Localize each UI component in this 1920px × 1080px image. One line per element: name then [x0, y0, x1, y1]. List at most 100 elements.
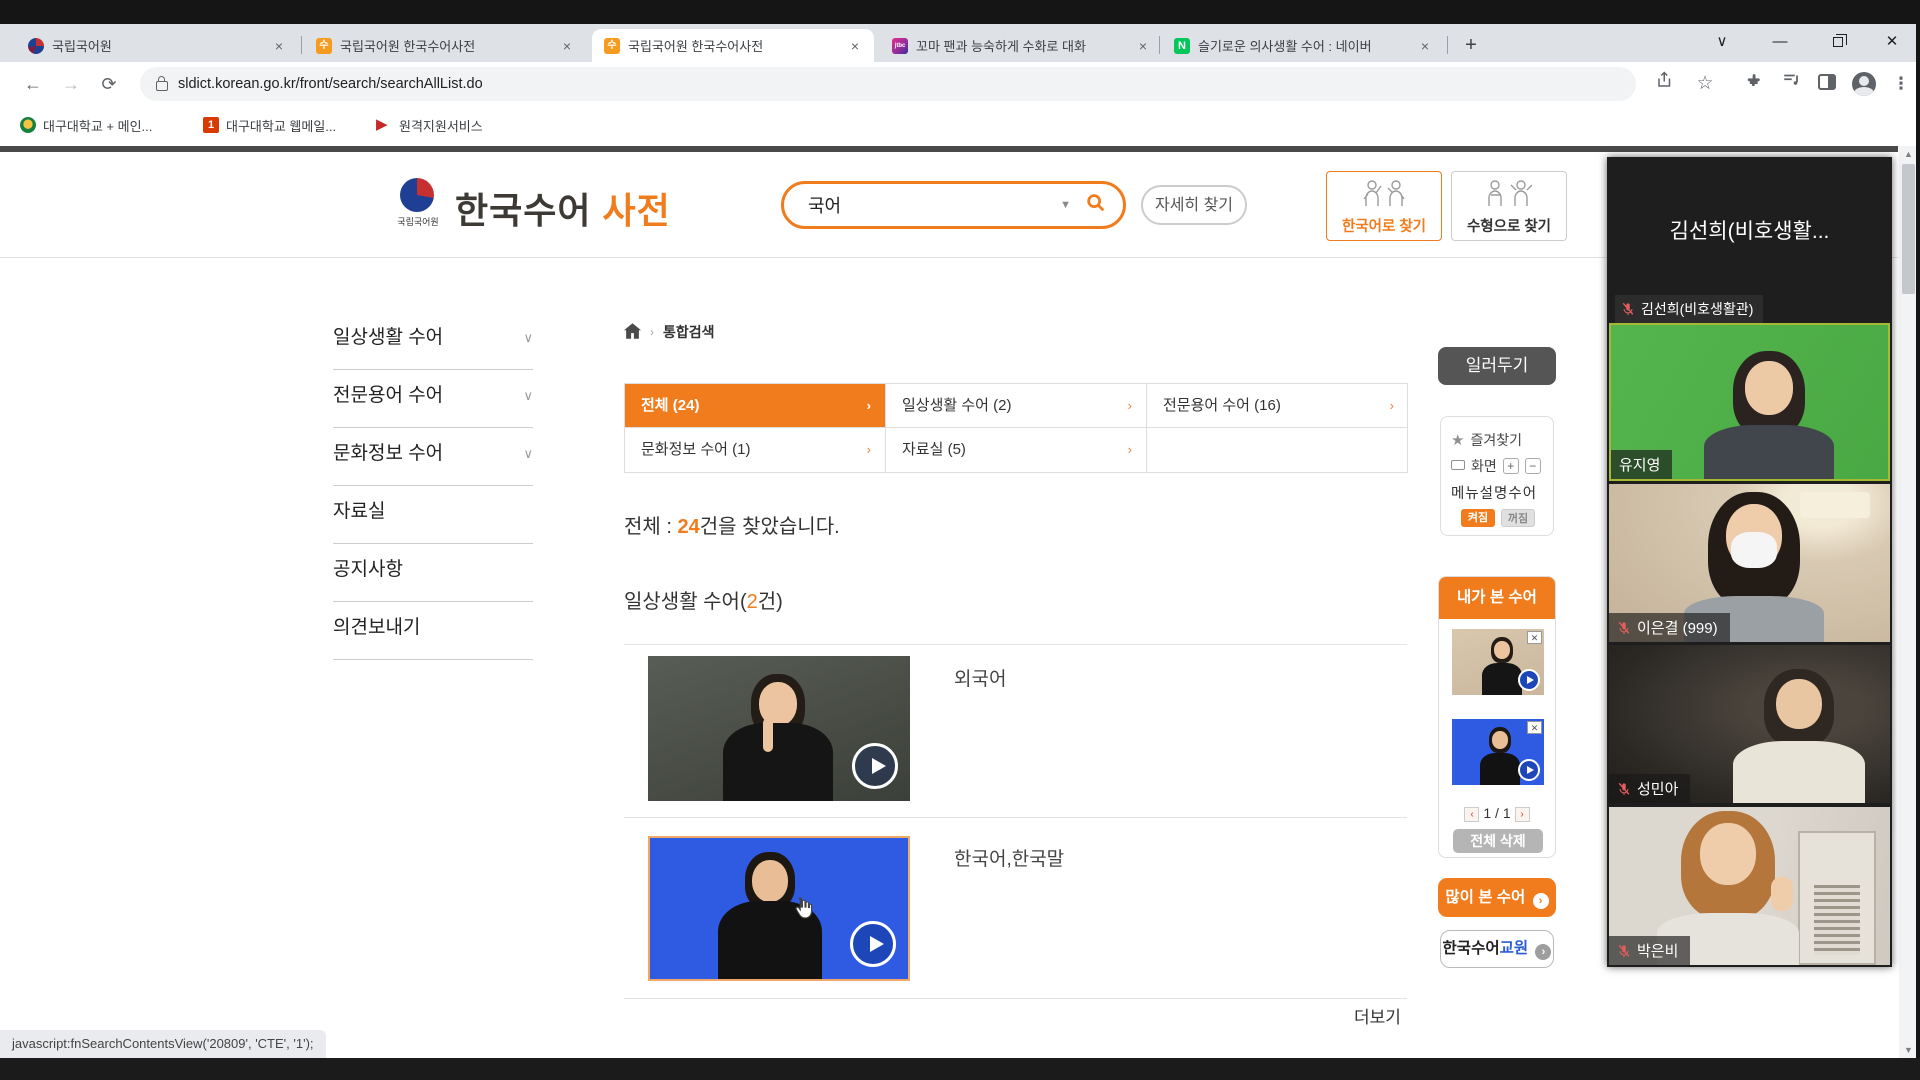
participant-video-figure [1699, 351, 1839, 481]
video-tile-3[interactable]: 성민아 [1609, 645, 1890, 803]
browser-tab-3-active[interactable]: 수 국립국어원 한국수어사전 × [592, 29, 874, 62]
video-tile-2[interactable]: 이은결 (999) [1609, 484, 1890, 642]
search-box: ▼ [781, 181, 1126, 229]
result-tab-culture[interactable]: 문화정보 수어 (1)› [625, 428, 886, 472]
browser-addressbar: ← → ⟳ sldict.korean.go.kr/front/search/s… [0, 62, 1920, 106]
url-bar[interactable]: sldict.korean.go.kr/front/search/searchA… [140, 67, 1636, 101]
zoom-out-button[interactable]: − [1525, 458, 1541, 474]
delete-all-button[interactable]: 전체 삭제 [1453, 829, 1543, 853]
reload-button[interactable]: ⟳ [94, 69, 124, 99]
result-video-thumb-korean[interactable] [648, 836, 910, 981]
scrollbar-thumb[interactable] [1902, 164, 1915, 294]
search-button[interactable] [1085, 192, 1107, 219]
my-viewed-header: 내가 본 수어 [1439, 577, 1555, 619]
find-by-handshape-button[interactable]: 수형으로 찾기 [1451, 171, 1567, 241]
zoom-in-button[interactable]: + [1503, 458, 1519, 474]
search-input[interactable] [806, 194, 1060, 217]
window-minimize-button[interactable]: — [1760, 24, 1800, 62]
result-tab-terminology[interactable]: 전문용어 수어 (16)› [1147, 384, 1408, 428]
find-by-korean-button[interactable]: 한국어로 찾기 [1326, 171, 1442, 241]
window-menu-chevron[interactable]: ∨ [1702, 24, 1742, 62]
browser-menu-dots-icon[interactable]: ⋮ [1886, 70, 1916, 98]
result-label[interactable]: 외국어 [954, 664, 1006, 691]
home-icon[interactable] [624, 323, 641, 342]
url-text: sldict.korean.go.kr/front/search/searchA… [178, 76, 483, 92]
forward-button[interactable]: → [56, 69, 86, 99]
bookmark-remote-support[interactable]: ▶ 원격지원서비스 [368, 112, 491, 138]
favorite-row[interactable]: ★ 즐겨찾기 [1451, 427, 1553, 453]
mouse-cursor [790, 896, 814, 920]
recent-sign-thumb-2[interactable]: ✕ [1452, 719, 1544, 785]
participant-name-label: 박은비 [1609, 936, 1690, 965]
search-dropdown-caret-icon[interactable]: ▼ [1060, 199, 1071, 211]
site-title[interactable]: 한국수어 사전 [455, 182, 671, 234]
breadcrumb: › 통합검색 [624, 322, 715, 342]
share-icon[interactable] [1650, 70, 1680, 98]
sidebar-item-feedback[interactable]: 의견보내기 [333, 602, 533, 660]
browser-tab-2[interactable]: 수 국립국어원 한국수어사전 × [304, 29, 586, 62]
browser-tab-5[interactable]: N 슬기로운 의사생활 수어 : 네이버 × [1162, 29, 1444, 62]
play-icon[interactable] [850, 921, 896, 967]
remove-thumb-icon[interactable]: ✕ [1527, 631, 1542, 644]
tab-close-icon[interactable]: × [846, 37, 864, 55]
sidebar-item-daily-sign[interactable]: 일상생활 수어∨ [333, 312, 533, 370]
back-button[interactable]: ← [18, 69, 48, 99]
new-tab-button[interactable]: + [1458, 33, 1484, 59]
browser-tab-4[interactable]: jtbc 꼬마 팬과 능숙하게 수화로 대화 × [880, 29, 1162, 62]
door-background [1798, 831, 1876, 965]
result-video-thumb-foreign-language[interactable] [648, 656, 910, 801]
site-title-accent: 사전 [603, 190, 671, 231]
play-icon[interactable] [1518, 669, 1540, 691]
window-close-button[interactable]: ✕ [1872, 24, 1912, 62]
play-icon[interactable] [1518, 759, 1540, 781]
result-tab-all[interactable]: 전체 (24)› [625, 384, 886, 428]
extensions-puzzle-icon[interactable] [1740, 70, 1770, 98]
tab-close-icon[interactable]: × [558, 37, 576, 55]
play-icon[interactable] [852, 743, 898, 789]
sidebar-item-terminology-sign[interactable]: 전문용어 수어∨ [333, 370, 533, 428]
video-call-panel: 김선희(비호생활... 김선희(비호생활관) 유지영 [1607, 157, 1892, 967]
pager-prev-icon[interactable]: ‹ [1464, 807, 1479, 822]
detail-search-button[interactable]: 자세히 찾기 [1141, 185, 1247, 225]
menu-sign-off-toggle[interactable]: 꺼짐 [1501, 509, 1535, 527]
jtbc-favicon: jtbc [892, 38, 908, 54]
popular-signs-button[interactable]: 많이 본 수어 › [1438, 878, 1556, 917]
menu-label: 공지사항 [333, 559, 403, 580]
remove-thumb-icon[interactable]: ✕ [1527, 721, 1542, 734]
host-name-label: 김선희(비호생활관) [1615, 295, 1763, 323]
pager-next-icon[interactable]: › [1515, 807, 1530, 822]
sidebar-item-archive[interactable]: 자료실 [333, 486, 533, 544]
daegu-univ-icon [20, 117, 36, 133]
result-tab-archive[interactable]: 자료실 (5)› [886, 428, 1147, 472]
profile-avatar[interactable] [1852, 72, 1876, 96]
tab-close-icon[interactable]: × [270, 37, 288, 55]
media-list-extension-icon[interactable] [1776, 70, 1806, 98]
result-tab-label: 자료실 (5) [902, 441, 966, 458]
bookmark-star-icon[interactable]: ☆ [1690, 70, 1720, 98]
section-suffix: 건) [758, 591, 783, 613]
tab-close-icon[interactable]: × [1416, 37, 1434, 55]
quick-tools-box: ★ 즐겨찾기 화면 + − 메뉴설명수어 켜짐 꺼짐 [1440, 416, 1554, 536]
guide-button[interactable]: 일러두기 [1438, 347, 1556, 385]
tab-title: 국립국어원 [52, 36, 262, 55]
result-label[interactable]: 한국어,한국말 [954, 844, 1064, 871]
menu-sign-on-toggle[interactable]: 켜짐 [1461, 509, 1495, 527]
video-tile-1[interactable]: 유지영 [1609, 323, 1890, 481]
window-restore-button[interactable] [1818, 24, 1858, 62]
browser-tab-1[interactable]: 국립국어원 × [16, 29, 298, 62]
tab-title: 국립국어원 한국수어사전 [340, 36, 550, 55]
sidebar-item-notice[interactable]: 공지사항 [333, 544, 533, 602]
sidebar-item-culture-sign[interactable]: 문화정보 수어∨ [333, 428, 533, 486]
chevron-right-icon: › [1533, 893, 1549, 909]
recent-sign-thumb-1[interactable]: ✕ [1452, 629, 1544, 695]
participant-name-text: 성민아 [1637, 778, 1678, 799]
tab-close-icon[interactable]: × [1134, 37, 1152, 55]
nikl-logo[interactable] [400, 178, 434, 212]
video-tile-4[interactable]: 박은비 [1609, 807, 1890, 965]
side-panel-icon[interactable] [1818, 74, 1836, 90]
bookmark-daegu-main[interactable]: 대구대학교 + 메인... [12, 112, 160, 138]
result-tab-daily[interactable]: 일상생활 수어 (2)› [886, 384, 1147, 428]
more-link[interactable]: 더보기 [1354, 1003, 1401, 1028]
sign-teacher-link[interactable]: 한국수어교원 › [1440, 930, 1554, 968]
bookmark-daegu-webmail[interactable]: 1 대구대학교 웹메일... [195, 112, 344, 138]
